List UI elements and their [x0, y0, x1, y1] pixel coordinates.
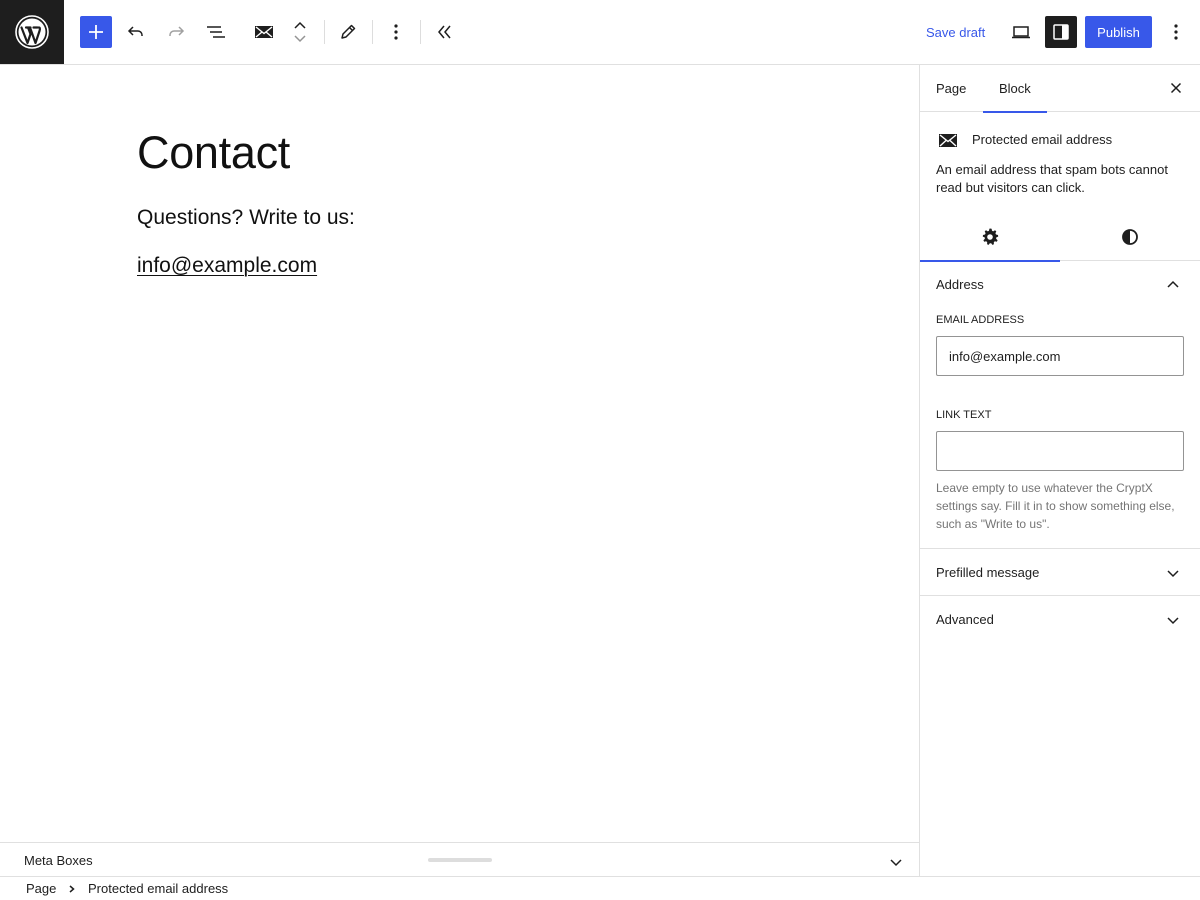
advanced-panel-title: Advanced	[936, 612, 994, 627]
chevron-down-icon	[1167, 617, 1179, 625]
meta-boxes-title: Meta Boxes	[24, 853, 93, 868]
plus-icon	[89, 25, 103, 39]
move-down-button[interactable]	[290, 32, 310, 46]
chevron-up-icon	[1167, 280, 1179, 288]
toolbar-divider	[372, 20, 373, 44]
settings-sidebar: Page Block Protected email address An em…	[919, 65, 1200, 876]
meta-boxes-panel: Meta Boxes	[0, 842, 919, 876]
block-description: An email address that spam bots cannot r…	[936, 162, 1168, 195]
link-text-label: LINK TEXT	[936, 409, 992, 421]
breadcrumb: Page Protected email address	[0, 876, 1200, 900]
tab-page[interactable]: Page	[920, 65, 982, 112]
address-panel-toggle[interactable]: Address	[920, 261, 1200, 308]
settings-toggle-button[interactable]	[1045, 16, 1077, 48]
prefilled-message-panel-title: Prefilled message	[936, 565, 1040, 580]
more-vertical-icon	[1174, 24, 1178, 40]
inspector-tabs	[920, 213, 1200, 262]
advanced-panel-toggle[interactable]: Advanced	[920, 596, 1200, 643]
close-icon	[1170, 82, 1182, 94]
tab-styles[interactable]	[1060, 213, 1200, 261]
editor-canvas: Contact Questions? Write to us: info@exa…	[0, 65, 919, 842]
toolbar-divider	[324, 20, 325, 44]
preview-button[interactable]	[1005, 16, 1037, 48]
page-title[interactable]: Contact	[137, 127, 290, 179]
save-draft-button[interactable]: Save draft	[918, 16, 993, 48]
sidebar-icon	[1053, 24, 1069, 40]
resize-handle[interactable]	[428, 858, 492, 862]
block-name: Protected email address	[972, 132, 1113, 147]
redo-button[interactable]	[160, 16, 192, 48]
breadcrumb-block[interactable]: Protected email address	[88, 881, 228, 896]
link-text-field[interactable]	[936, 431, 1184, 471]
editor-header: Save draft Publish	[0, 0, 1200, 65]
undo-icon	[127, 26, 143, 36]
breadcrumb-page[interactable]: Page	[26, 881, 56, 896]
email-address-field[interactable]	[936, 336, 1184, 376]
close-sidebar-button[interactable]	[1164, 76, 1188, 100]
link-text-help: Leave empty to use whatever the CryptX s…	[936, 481, 1175, 531]
tab-settings[interactable]	[920, 213, 1060, 262]
chevron-down-icon	[294, 35, 306, 43]
email-address-label: EMAIL ADDRESS	[936, 314, 1025, 326]
publish-button[interactable]: Publish	[1085, 16, 1152, 48]
redo-icon	[169, 26, 185, 36]
toolbar-divider	[420, 20, 421, 44]
chevron-down-icon	[890, 859, 902, 867]
desktop-icon	[1012, 26, 1030, 39]
contrast-icon	[1122, 229, 1138, 245]
chevron-right-icon	[66, 881, 78, 897]
edit-link-button[interactable]	[332, 16, 364, 48]
address-panel-title: Address	[936, 277, 984, 292]
meta-boxes-toggle[interactable]	[884, 850, 908, 874]
wordpress-icon	[15, 15, 49, 49]
protected-email-block[interactable]: info@example.com	[137, 254, 317, 278]
pencil-icon	[341, 24, 356, 39]
more-vertical-icon	[394, 24, 398, 40]
prefilled-message-panel-toggle[interactable]: Prefilled message	[920, 549, 1200, 596]
add-block-button[interactable]	[80, 16, 112, 48]
options-menu-button[interactable]	[1160, 16, 1192, 48]
block-options-button[interactable]	[380, 16, 412, 48]
block-type-button[interactable]	[248, 16, 280, 48]
chevron-down-icon	[1167, 570, 1179, 578]
collapse-toolbar-button[interactable]	[428, 16, 460, 48]
chevron-up-icon	[294, 21, 306, 29]
wordpress-logo-button[interactable]	[0, 0, 64, 64]
chevron-double-left-icon	[438, 25, 451, 39]
envelope-icon	[255, 26, 273, 38]
paragraph-block[interactable]: Questions? Write to us:	[137, 206, 355, 230]
sidebar-tabs: Page Block	[920, 65, 1200, 113]
undo-button[interactable]	[120, 16, 152, 48]
document-overview-button[interactable]	[200, 16, 232, 48]
envelope-icon	[936, 129, 960, 153]
gear-icon	[982, 228, 999, 245]
list-view-icon	[207, 26, 225, 38]
move-up-button[interactable]	[290, 18, 310, 32]
tab-block[interactable]: Block	[983, 65, 1047, 113]
